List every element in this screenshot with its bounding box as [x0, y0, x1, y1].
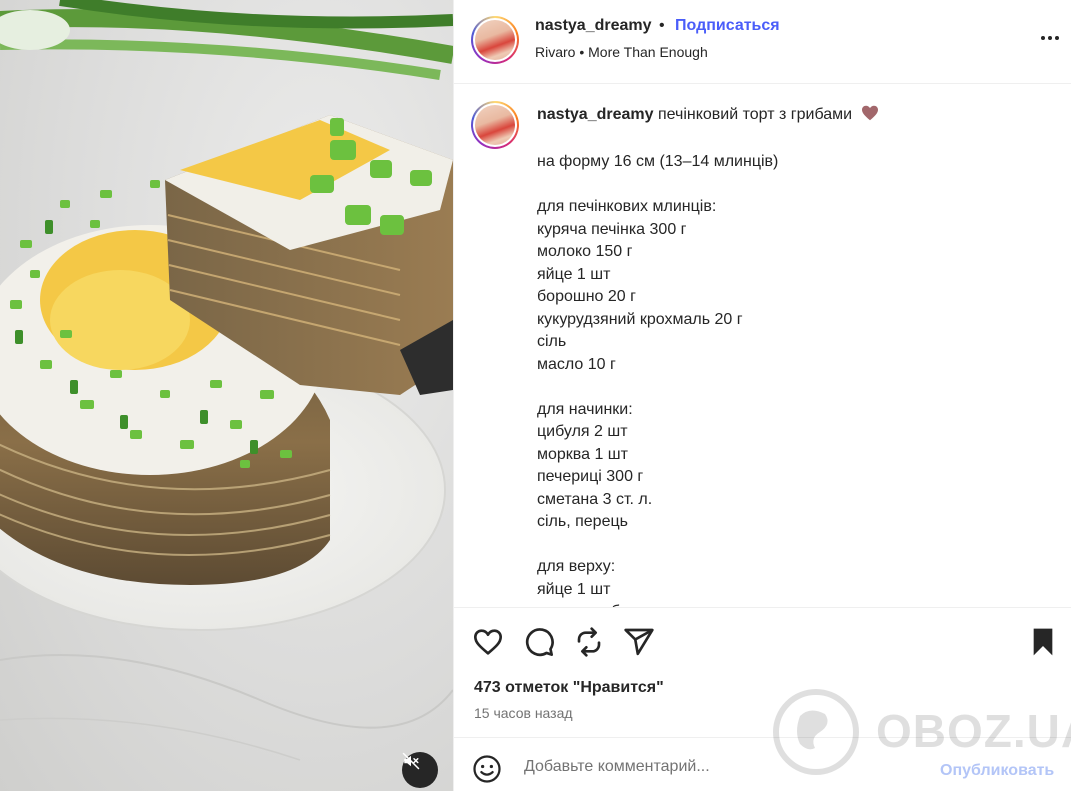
caption-username[interactable]: nastya_dreamy: [537, 106, 654, 123]
speaker-muted-icon: [402, 752, 420, 770]
caption-line: масло 10 г: [537, 355, 616, 373]
heart-emoji: [861, 105, 878, 121]
caption-line: сіль: [537, 333, 567, 350]
post-media[interactable]: [0, 0, 453, 791]
caption-line: для верху:: [537, 558, 616, 575]
caption-line: кукурудзяний крохмаль 20 г: [537, 310, 743, 328]
caption-line: цибуля 2 шт: [537, 423, 628, 440]
likes-count[interactable]: 473 отметок "Нравится": [474, 679, 664, 697]
heart-icon[interactable]: [472, 626, 504, 658]
caption-line: молоко 150 г: [537, 243, 633, 260]
follow-button[interactable]: Подписаться: [675, 17, 780, 35]
caption-title: печінковий торт з грибами: [657, 106, 853, 123]
caption-avatar[interactable]: [471, 101, 519, 149]
smiley-icon[interactable]: [472, 754, 502, 784]
post-actions: 473 отметок "Нравится" 15 часов назад: [454, 607, 1071, 737]
caption-line: для печінкових млинців:: [537, 198, 717, 215]
post-time[interactable]: 15 часов назад: [474, 705, 573, 721]
caption-text: на форму 16 см (13–14 млинців) для печінк…: [537, 151, 778, 607]
bookmark-icon[interactable]: [1027, 626, 1059, 658]
caption-area: nastya_dreamy печінковий торт з грибами …: [454, 85, 1071, 607]
cake-photo: [0, 0, 453, 761]
caption-line: яйце 1 шт: [537, 580, 611, 598]
caption-line: сіль, перець: [537, 513, 628, 530]
caption-line: [537, 174, 778, 197]
mute-button[interactable]: [402, 752, 438, 788]
avatar[interactable]: [471, 16, 519, 64]
comment-input[interactable]: [524, 758, 904, 776]
header-username[interactable]: nastya_dreamy: [535, 17, 652, 35]
caption-line: куряча печінка 300 г: [537, 220, 687, 238]
caption-line: морква 1 шт: [537, 445, 628, 463]
comment-bar: Опубликовать: [454, 737, 1071, 791]
caption-line: борошно 20 г: [537, 288, 636, 305]
caption-line: [537, 376, 778, 399]
caption-first-line: nastya_dreamy печінковий торт з грибами: [537, 105, 879, 124]
caption-line: сметана 3 ст. л.: [537, 490, 653, 508]
caption-line: яйце 1 шт: [537, 265, 611, 283]
caption-line: для начинки:: [537, 400, 633, 418]
separator-dot: •: [659, 17, 665, 34]
comment-icon[interactable]: [523, 626, 555, 658]
caption-line: на форму 16 см (13–14 млинців): [537, 153, 779, 170]
share-icon[interactable]: [623, 626, 655, 658]
repost-icon[interactable]: [573, 626, 605, 658]
post-panel: nastya_dreamy • Подписаться Rivaro • Mor…: [453, 0, 1071, 791]
audio-track[interactable]: Rivaro • More Than Enough: [535, 44, 708, 60]
caption-line: печериці 300 г: [537, 468, 644, 485]
caption-line: [537, 534, 778, 557]
more-horizontal-icon[interactable]: [1038, 26, 1062, 50]
post-header: nastya_dreamy • Подписаться Rivaro • Mor…: [454, 0, 1071, 84]
publish-button[interactable]: Опубликовать: [940, 762, 1054, 780]
